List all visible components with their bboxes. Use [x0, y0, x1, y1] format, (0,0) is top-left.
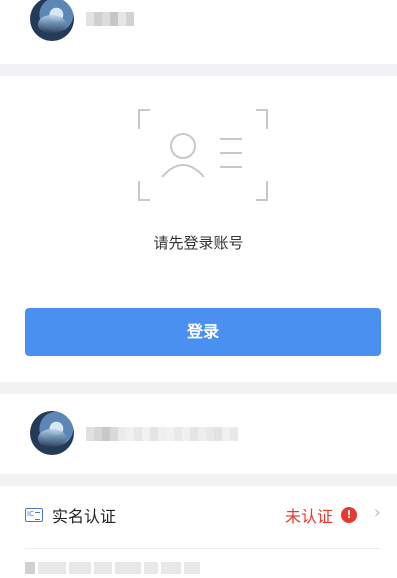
row-divider — [25, 548, 381, 549]
chevron-right-icon: › — [373, 502, 381, 523]
account-header — [0, 0, 397, 64]
section-divider — [0, 64, 397, 76]
section-divider — [0, 474, 397, 486]
verification-status: 未认证 — [284, 507, 333, 526]
section-divider — [0, 382, 397, 394]
blurred-username — [86, 12, 134, 26]
scan-face-icon — [138, 109, 268, 201]
login-button[interactable]: 登录 — [25, 308, 381, 356]
login-prompt: 请先登录账号 — [153, 234, 244, 252]
id-card-icon — [25, 508, 43, 522]
avatar[interactable] — [30, 411, 74, 455]
blurred-next-row — [25, 559, 325, 574]
blurred-account-name — [86, 427, 238, 441]
verification-label: 实名认证 — [52, 507, 117, 526]
verification-row[interactable]: 实名认证 未认证 ! › — [0, 492, 397, 548]
avatar[interactable] — [30, 0, 74, 41]
warning-icon: ! — [341, 507, 357, 523]
